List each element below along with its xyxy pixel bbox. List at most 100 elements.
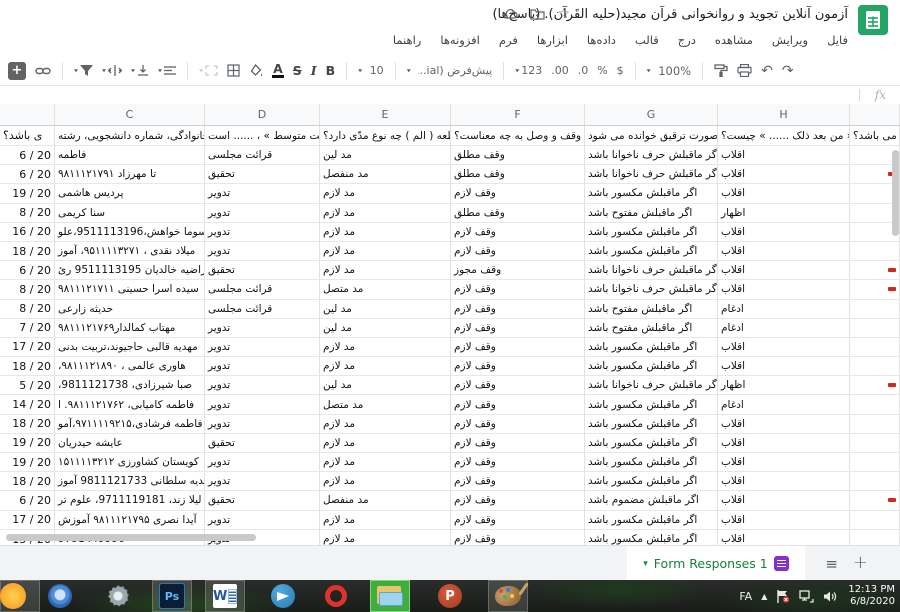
- text-color-button[interactable]: A: [272, 63, 284, 78]
- cell[interactable]: تدویر: [205, 472, 320, 491]
- cell[interactable]: اقلاب: [718, 146, 850, 165]
- cell[interactable]: وقف لازم: [451, 376, 585, 395]
- cell[interactable]: اقلاب: [718, 453, 850, 472]
- taskbar-app-paint[interactable]: [488, 580, 528, 612]
- menu-راهنما[interactable]: راهنما: [393, 33, 421, 47]
- cell[interactable]: وقف لازم: [451, 434, 585, 453]
- cell[interactable]: وقف لازم: [451, 511, 585, 530]
- column-header-C[interactable]: C: [55, 104, 205, 125]
- cell[interactable]: وقف لازم: [451, 184, 585, 203]
- cell[interactable]: وقف مطلق: [451, 204, 585, 223]
- cell[interactable]: [850, 357, 900, 376]
- cell[interactable]: م به صورت ترقیق خوانده می شود: [585, 126, 718, 146]
- cell[interactable]: اقلاب: [718, 261, 850, 280]
- cell[interactable]: 8 / 20: [0, 280, 55, 299]
- cell[interactable]: مد لازم: [320, 472, 451, 491]
- cell[interactable]: مد متصل: [320, 395, 451, 414]
- text-rotation-dropdown[interactable]: ▾: [102, 65, 122, 76]
- google-sheets-logo-icon[interactable]: [858, 5, 888, 35]
- cell[interactable]: باسرعت متوسط » ، ...... است: [205, 126, 320, 146]
- cell[interactable]: اگر ماقبلش مکسور باشد: [585, 530, 718, 545]
- cell[interactable]: قرائت مجلسی: [205, 146, 320, 165]
- cell[interactable]: 17 / 20: [0, 511, 55, 530]
- cell[interactable]: تدویر: [205, 511, 320, 530]
- cell[interactable]: [850, 530, 900, 545]
- cell[interactable]: 19 / 20: [0, 184, 55, 203]
- cell[interactable]: مد لین: [320, 319, 451, 338]
- cell[interactable]: اگر ماقبلش مکسور باشد: [585, 338, 718, 357]
- cell[interactable]: تحقیق: [205, 165, 320, 184]
- cell[interactable]: 6 / 20: [0, 261, 55, 280]
- cell[interactable]: تدویر: [205, 223, 320, 242]
- cell[interactable]: اگر ماقبلش مکسور باشد: [585, 357, 718, 376]
- add-sheet-icon[interactable]: +: [853, 552, 868, 573]
- cell[interactable]: مد لازم: [320, 261, 451, 280]
- menu-ویرایش[interactable]: ویرایش: [772, 33, 808, 47]
- menu-داده‌ها[interactable]: داده‌ها: [587, 33, 616, 47]
- taskbar-app-word[interactable]: W: [205, 580, 245, 612]
- cell[interactable]: وقف لازم: [451, 357, 585, 376]
- cell[interactable]: مهتاب کمالدار۹۸۱۱۱۲۱۷۶۹: [55, 319, 205, 338]
- language-indicator[interactable]: FA: [739, 590, 752, 603]
- italic-button[interactable]: I: [311, 63, 317, 78]
- tray-expand-icon[interactable]: ▲: [761, 592, 767, 601]
- cell[interactable]: سیده اسرا حسینی ۹۸۱۱۱۲۱۷۱۱: [55, 280, 205, 299]
- cell[interactable]: صبا شیرزادی، 9811121738،: [55, 376, 205, 395]
- cell[interactable]: تدویر: [205, 376, 320, 395]
- increase-decimals-button[interactable]: .00: [551, 64, 569, 77]
- column-header-E[interactable]: E: [320, 104, 451, 125]
- cell[interactable]: اگر ماقبلش حرف ناخوانا باشد: [585, 261, 718, 280]
- cell[interactable]: اقلاب: [718, 357, 850, 376]
- cell[interactable]: [850, 434, 900, 453]
- column-header-G[interactable]: G: [585, 104, 718, 125]
- cell[interactable]: اقلاب: [718, 415, 850, 434]
- cell[interactable]: فاطمه: [55, 146, 205, 165]
- taskbar-app-partial[interactable]: [0, 580, 40, 612]
- sheet-tab-form-responses[interactable]: ▾ Form Responses 1: [627, 546, 805, 581]
- cell[interactable]: مد لازم: [320, 223, 451, 242]
- cell[interactable]: وقف مطلق: [451, 165, 585, 184]
- add-shortcut-icon[interactable]: +: [8, 62, 26, 80]
- cell[interactable]: اگر ماقبلش حرف ناخوانا باشد: [585, 376, 718, 395]
- cell[interactable]: 19 / 20: [0, 434, 55, 453]
- cell[interactable]: اقلاب: [718, 223, 850, 242]
- horizontal-align-dropdown[interactable]: ▾: [158, 66, 176, 76]
- vertical-scrollbar[interactable]: [892, 150, 899, 236]
- number-format-dropdown[interactable]: ▾123: [515, 64, 542, 77]
- action-center-flag-icon[interactable]: [776, 590, 790, 603]
- horizontal-scrollbar[interactable]: [6, 534, 256, 541]
- cell[interactable]: لیلا زند، 9711119181، علوم تر: [55, 491, 205, 510]
- cell[interactable]: تحقیق: [205, 491, 320, 510]
- cell[interactable]: اقلاب: [718, 530, 850, 545]
- cell[interactable]: « من بعد ذلک ...... » چیست؟: [718, 126, 850, 146]
- borders-icon[interactable]: [227, 64, 240, 77]
- cell[interactable]: 18 / 20: [0, 242, 55, 261]
- cell[interactable]: می باشد؟: [850, 126, 900, 146]
- cell[interactable]: تدویر: [205, 357, 320, 376]
- fill-color-icon[interactable]: [249, 64, 263, 77]
- cell[interactable]: وقف لازم: [451, 395, 585, 414]
- cell[interactable]: ادغام: [718, 319, 850, 338]
- cell[interactable]: فاطمه فرشادی،۹۷۱۱۱۱۹۲۱۵،آمو: [55, 415, 205, 434]
- cell[interactable]: اقلاب: [718, 472, 850, 491]
- menu-مشاهده[interactable]: مشاهده: [715, 33, 753, 47]
- cell[interactable]: ی باشد؟: [0, 126, 55, 146]
- cell[interactable]: مد لین: [320, 300, 451, 319]
- cell[interactable]: اگر ماقبلش مکسور باشد: [585, 415, 718, 434]
- cell[interactable]: پردیس هاشمی: [55, 184, 205, 203]
- cell[interactable]: ـ مقطعه ( الم ) چه نوع مدّی دارد؟: [320, 126, 451, 146]
- cell[interactable]: مد لین: [320, 146, 451, 165]
- menu-ابزارها[interactable]: ابزارها: [537, 33, 568, 47]
- cell[interactable]: [850, 242, 900, 261]
- cell[interactable]: وقف لازم: [451, 415, 585, 434]
- cell[interactable]: وقف لازم: [451, 319, 585, 338]
- cell[interactable]: تدویر: [205, 184, 320, 203]
- cell[interactable]: اگر ماقبلش مکسور باشد: [585, 434, 718, 453]
- cell[interactable]: [850, 280, 900, 299]
- taskbar-app-explorer[interactable]: [370, 580, 410, 612]
- cell[interactable]: اگر ماقبلش مکسور باشد: [585, 472, 718, 491]
- cell[interactable]: اقلاب: [718, 491, 850, 510]
- column-header-H[interactable]: H: [718, 104, 850, 125]
- cell[interactable]: وقف مجوز: [451, 261, 585, 280]
- cell[interactable]: [850, 319, 900, 338]
